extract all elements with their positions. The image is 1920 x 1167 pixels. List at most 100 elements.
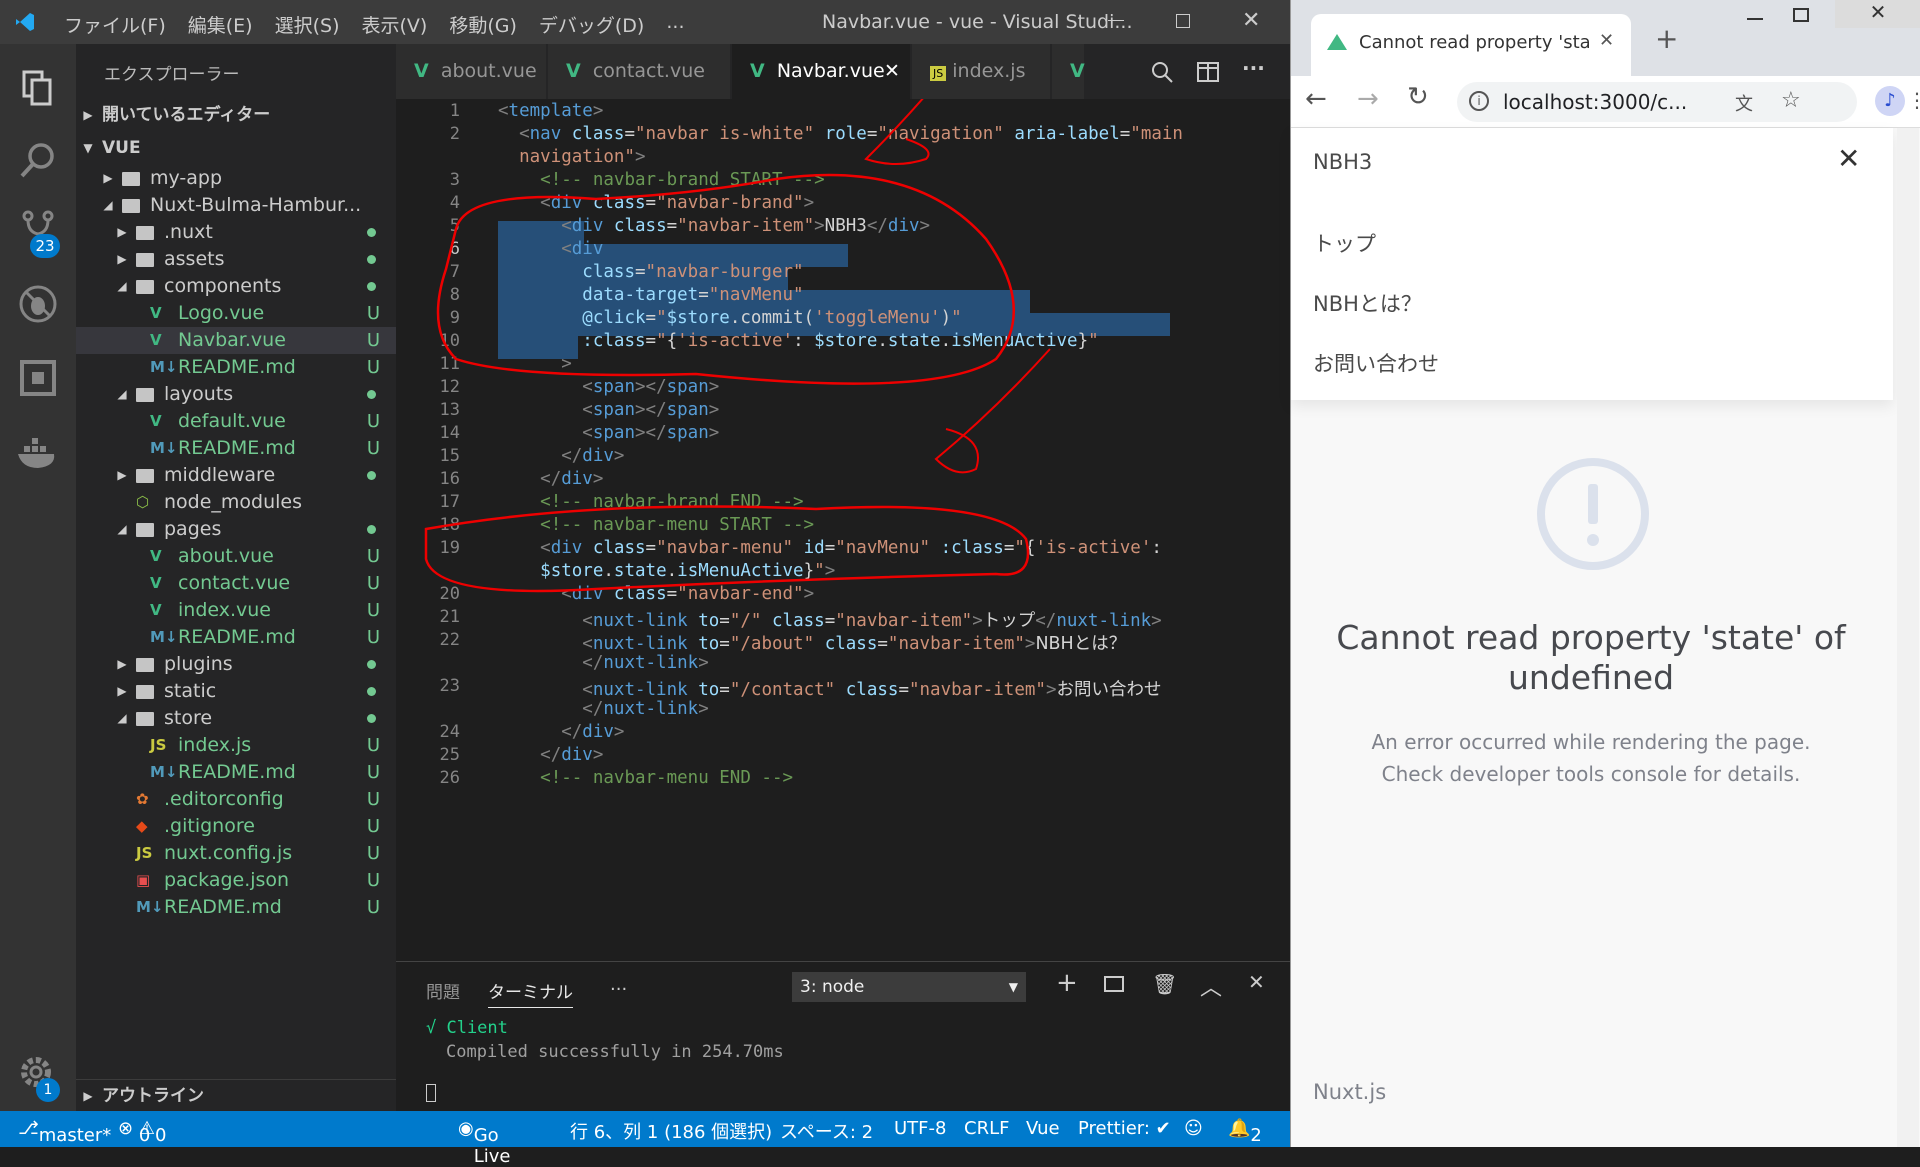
address-bar[interactable]: i localhost:3000/c... 文 ☆ [1457,82,1857,122]
tree-item[interactable]: M↓ README.md U [76,435,396,462]
tree-item[interactable]: V Logo.vue U [76,300,396,327]
navbar-brand[interactable]: NBH3 [1313,150,1372,174]
debug-icon[interactable] [14,280,62,328]
extension-icon[interactable]: ♪ [1875,86,1905,116]
tree-item[interactable]: JS index.js U [76,732,396,759]
search-icon[interactable] [14,136,62,184]
tree-item[interactable]: ▣ package.json U [76,867,396,894]
tree-item[interactable]: Vindex.vue U [76,597,396,624]
tree-item[interactable]: ◢ layouts [76,381,396,408]
translate-icon[interactable]: 文 [1735,90,1753,116]
star-icon[interactable]: ☆ [1781,88,1801,113]
menu-debug[interactable]: デバッグ(D) [539,11,644,38]
tab-overflow[interactable]: V [1052,44,1085,99]
tree-item[interactable]: JS nuxt.config.js U [76,840,396,867]
files-icon[interactable] [14,64,62,112]
tab-navbar-vue[interactable]: V Navbar.vue ✕ [732,44,910,99]
nuxt-favicon-icon [1327,34,1347,50]
scrollbar[interactable] [1897,128,1919,1147]
forward-icon[interactable]: → [1357,84,1379,114]
tree-item[interactable]: ◢ pages [76,516,396,543]
reload-icon[interactable]: ↻ [1407,82,1429,112]
cursor-position[interactable]: 行 6、列 1 (186 個選択) [570,1118,772,1144]
notifications-status[interactable]: 🔔 2 [1228,1118,1262,1146]
tab-about-vue[interactable]: V about.vue [396,44,546,99]
tree-item[interactable]: ▶ middleware [76,462,396,489]
eol-status[interactable]: CRLF [964,1118,1009,1139]
close-window-button[interactable]: ✕ [1835,0,1920,28]
menu-selection[interactable]: 選択(S) [275,11,340,38]
menu-file[interactable]: ファイル(F) [64,11,166,38]
split-editor-icon[interactable] [1196,60,1220,84]
tree-item[interactable]: Vabout.vue U [76,543,396,570]
nuxt-footer[interactable]: Nuxt.js [1313,1080,1386,1104]
browser-tab[interactable]: Cannot read property 'stat ✕ [1311,14,1631,76]
tree-item[interactable]: ▶ static [76,678,396,705]
tree-item[interactable]: M↓ README.md U [76,894,396,921]
tree-item[interactable]: V Navbar.vue U [76,327,396,354]
tab-contact-vue[interactable]: V contact.vue [548,44,730,99]
tab-close-icon[interactable]: ✕ [1599,30,1614,51]
back-icon[interactable]: ← [1305,84,1327,114]
menu-more[interactable]: ... [666,11,684,38]
chrome-menu-icon[interactable]: ⋮ [1907,88,1920,112]
prettier-status[interactable]: Prettier: ✔ [1078,1118,1171,1139]
outline-header[interactable]: ▶ アウトライン [76,1079,396,1112]
more-actions-icon[interactable]: ··· [1242,56,1265,80]
maximize-panel-icon[interactable]: ︿ [1200,970,1222,1002]
tree-item[interactable]: ✿ .editorconfig U [76,786,396,813]
tab-close-icon[interactable]: ✕ [884,44,900,99]
menu-item-about[interactable]: NBHとは？ [1313,288,1422,318]
info-icon[interactable]: i [1469,91,1489,111]
golive-status[interactable]: ◉ Go Live [458,1118,510,1167]
file-icon: JS [150,736,167,754]
split-terminal-icon[interactable] [1104,976,1124,992]
menu-edit[interactable]: 編集(E) [188,11,253,38]
tree-item[interactable]: Vdefault.vue U [76,408,396,435]
minimize-icon[interactable] [1747,18,1763,20]
branch-status[interactable]: ⎇ master* [18,1118,111,1146]
menu-item-contact[interactable]: お問い合わせ [1313,348,1439,378]
tab-index-js[interactable]: JS index.js [912,44,1050,99]
menu-view[interactable]: 表示(V) [362,11,428,38]
close-panel-icon[interactable]: ✕ [1248,970,1265,994]
new-terminal-icon[interactable]: + [1056,968,1078,998]
burger-close-icon[interactable]: ✕ [1837,142,1860,175]
tree-item[interactable]: ▶ .nuxt [76,219,396,246]
docker-icon[interactable] [14,430,62,478]
close-icon[interactable]: ✕ [1242,8,1260,33]
trash-icon[interactable]: 🗑 [1152,972,1177,996]
tab-problems[interactable]: 問題 [426,978,460,1003]
minimize-icon[interactable] [1108,20,1124,21]
code-editor[interactable]: 1 2 3 4 5 6 7 8 9 10 11 12 13 14 15 16 17 18 19 20 21 22 23 24 2… [396,99,1290,961]
menu-item-top[interactable]: トップ [1313,228,1376,258]
tree-item[interactable]: ◢ components [76,273,396,300]
tab-terminal[interactable]: ターミナル [488,978,573,1008]
new-tab-icon[interactable]: + [1655,22,1678,55]
feedback-icon[interactable]: ☺ [1184,1118,1203,1139]
tree-item[interactable]: ◆ .gitignore U [76,813,396,840]
tree-item[interactable]: Vcontact.vue U [76,570,396,597]
terminal-select[interactable]: 3: node ▼ [792,972,1026,1002]
tree-item[interactable]: M↓ README.md U [76,759,396,786]
tree-item[interactable]: ◢ Nuxt-Bulma-Hambur... [76,192,396,219]
tree-item[interactable]: ▶ plugins [76,651,396,678]
open-changes-icon[interactable] [1150,60,1174,84]
root-folder-header[interactable]: ▼ VUE [76,132,396,165]
tree-item[interactable]: M↓ README.md U [76,354,396,381]
encoding-status[interactable]: UTF-8 [894,1118,946,1139]
language-status[interactable]: Vue [1026,1118,1060,1139]
tree-item[interactable]: ◢ store [76,705,396,732]
tree-item[interactable]: ▶ my-app [76,165,396,192]
problems-status[interactable]: ⊗ 0 ⚠ 0 [118,1118,166,1146]
maximize-icon[interactable] [1793,8,1809,22]
panel-more-icon[interactable]: ... [610,974,627,995]
open-editors-header[interactable]: ▶ 開いているエディター [76,99,396,132]
indent-status[interactable]: スペース: 2 [780,1118,873,1144]
extensions-icon[interactable] [14,354,62,402]
tree-item[interactable]: ▶ assets [76,246,396,273]
tree-item[interactable]: ⬡ node_modules [76,489,396,516]
tree-item[interactable]: M↓ README.md U [76,624,396,651]
menu-go[interactable]: 移動(G) [449,11,517,38]
maximize-icon[interactable] [1176,14,1190,28]
